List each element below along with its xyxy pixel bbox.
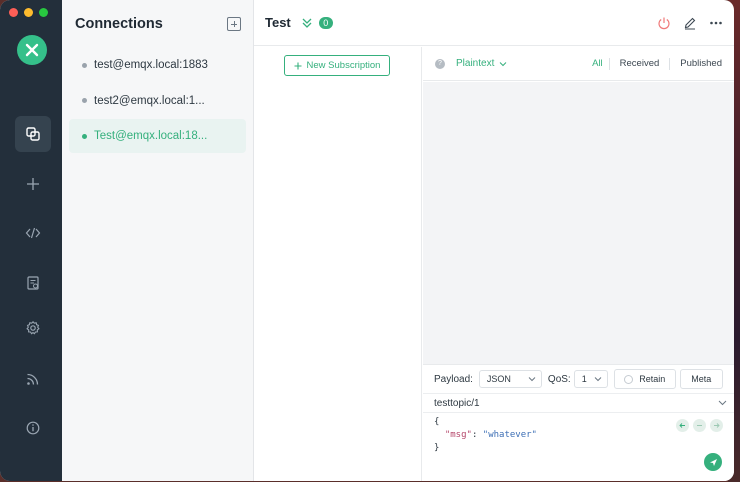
app-window: Connections test@emqx.local:1883 test2@e… bbox=[0, 0, 734, 481]
plus-icon bbox=[294, 62, 302, 69]
rss-icon bbox=[27, 373, 39, 385]
connection-topbar: Test 0 bbox=[254, 0, 734, 46]
connections-header: Connections bbox=[62, 0, 253, 48]
help-icon[interactable]: ? bbox=[435, 58, 445, 69]
arrow-left-icon bbox=[679, 423, 685, 428]
connection-detail: Test 0 New Subscription ? Plaintext All … bbox=[254, 0, 734, 481]
close-window-button[interactable] bbox=[9, 8, 18, 17]
maximize-window-button[interactable] bbox=[39, 8, 48, 17]
connection-label: test@emqx.local:1883 bbox=[94, 59, 208, 71]
more-icon[interactable] bbox=[709, 16, 723, 30]
connection-label: test2@emqx.local:1... bbox=[94, 94, 205, 107]
connections-title: Connections bbox=[75, 16, 163, 32]
format-value: Plaintext bbox=[456, 58, 495, 69]
connection-name: Test bbox=[265, 15, 291, 30]
edit-icon[interactable] bbox=[683, 16, 697, 30]
payload-value: "whatever" bbox=[482, 430, 537, 440]
retain-label: Retain bbox=[639, 374, 666, 384]
chevron-down-icon[interactable] bbox=[718, 400, 727, 406]
chevron-down-icon bbox=[528, 377, 536, 382]
info-icon bbox=[26, 421, 40, 435]
meta-button[interactable]: Meta bbox=[679, 369, 723, 389]
add-connection-icon[interactable] bbox=[227, 17, 241, 31]
left-nav bbox=[0, 0, 62, 481]
gear-icon bbox=[26, 320, 40, 335]
mqttx-logo-icon bbox=[25, 43, 39, 57]
qos-value: 1 bbox=[581, 374, 587, 384]
topic-value: testtopic/1 bbox=[434, 397, 480, 409]
payload-editor[interactable]: { "msg": "whatever" } bbox=[423, 413, 734, 458]
filter-all[interactable]: All bbox=[582, 58, 609, 69]
topic-input[interactable]: testtopic/1 bbox=[423, 393, 734, 413]
nav-about-button[interactable] bbox=[15, 410, 51, 446]
payload-format-select[interactable]: JSON bbox=[478, 370, 542, 388]
connections-panel: Connections test@emqx.local:1883 test2@e… bbox=[62, 0, 254, 481]
filter-published[interactable]: Published bbox=[670, 58, 722, 69]
format-select[interactable]: Plaintext bbox=[456, 58, 507, 69]
topbar-actions bbox=[657, 16, 723, 30]
retain-radio-icon bbox=[624, 374, 634, 384]
filter-received[interactable]: Received bbox=[610, 58, 670, 69]
connections-icon bbox=[26, 127, 40, 141]
payload-key: "msg" bbox=[444, 430, 472, 440]
payload-label: Payload: bbox=[434, 373, 473, 385]
payload-line: } bbox=[434, 443, 440, 453]
qos-select[interactable]: 1 bbox=[573, 370, 608, 388]
retain-toggle[interactable]: Retain bbox=[613, 369, 676, 389]
code-icon bbox=[25, 227, 41, 239]
minimize-window-button[interactable] bbox=[24, 8, 33, 17]
nav-script-button[interactable] bbox=[15, 215, 51, 251]
connection-item[interactable]: test2@emqx.local:1... bbox=[69, 84, 246, 118]
new-subscription-label: New Subscription bbox=[306, 60, 381, 71]
power-icon[interactable] bbox=[657, 16, 671, 30]
connection-item-active[interactable]: Test@emqx.local:18... bbox=[69, 119, 246, 153]
minus-icon bbox=[697, 425, 702, 426]
status-dot bbox=[82, 98, 87, 103]
arrow-right-icon bbox=[714, 423, 720, 428]
history-forward-button[interactable] bbox=[710, 419, 723, 432]
subscription-count-badge: 0 bbox=[318, 16, 333, 29]
status-dot bbox=[82, 62, 87, 68]
history-clear-button[interactable] bbox=[693, 419, 706, 432]
window-controls bbox=[9, 8, 48, 17]
nav-connections-button[interactable] bbox=[15, 116, 51, 152]
connection-label: Test@emqx.local:18... bbox=[94, 130, 208, 142]
nav-settings-button[interactable] bbox=[15, 310, 51, 346]
message-list[interactable] bbox=[423, 82, 734, 364]
plus-icon bbox=[27, 178, 39, 190]
log-icon bbox=[27, 276, 39, 290]
subscriptions-column: New Subscription bbox=[254, 47, 422, 481]
meta-label: Meta bbox=[691, 374, 712, 384]
status-dot bbox=[82, 133, 87, 139]
messages-toolbar: ? Plaintext All Received Published bbox=[423, 47, 734, 81]
history-controls bbox=[676, 419, 723, 432]
connection-item[interactable]: test@emqx.local:1883 bbox=[69, 48, 246, 82]
double-chevron-down-icon[interactable] bbox=[301, 17, 313, 29]
payload-colon: : bbox=[471, 430, 483, 440]
nav-subscribe-feed-button[interactable] bbox=[15, 361, 51, 397]
payload-format-value: JSON bbox=[486, 374, 511, 384]
nav-log-button[interactable] bbox=[15, 265, 51, 301]
message-filters: All Received Published bbox=[582, 57, 722, 70]
qos-label: QoS: bbox=[547, 373, 571, 385]
new-subscription-button[interactable]: New Subscription bbox=[284, 55, 390, 76]
publish-composer: Payload: JSON QoS: 1 Retain Meta testtop… bbox=[423, 364, 734, 481]
messages-column: ? Plaintext All Received Published Paylo… bbox=[423, 47, 734, 481]
composer-options: Payload: JSON QoS: 1 Retain Meta bbox=[423, 365, 734, 393]
app-logo bbox=[17, 35, 47, 65]
chevron-down-icon bbox=[594, 377, 602, 382]
nav-new-connection-button[interactable] bbox=[15, 166, 51, 202]
send-button[interactable] bbox=[704, 453, 722, 471]
send-icon bbox=[709, 458, 717, 466]
history-back-button[interactable] bbox=[676, 419, 689, 432]
chevron-down-icon bbox=[500, 61, 507, 66]
